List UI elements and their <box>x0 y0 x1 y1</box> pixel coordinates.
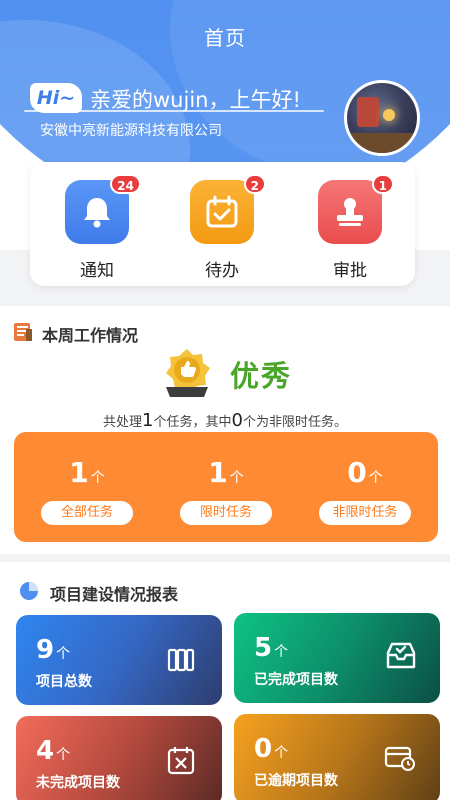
card-label: 已逾期项目数 <box>254 773 338 789</box>
stat-unit: 个 <box>90 470 105 486</box>
quick-actions-card: 24 通知 2 待办 1 审批 <box>30 162 415 286</box>
card-incomplete-projects[interactable]: 4个 未完成项目数 <box>16 716 222 800</box>
weekly-summary: 共处理1个任务，其中0个为非限时任务。 <box>0 410 450 431</box>
quick-action-approval[interactable]: 1 审批 <box>310 174 394 281</box>
summary-total: 1 <box>142 410 154 431</box>
quick-action-label: 审批 <box>333 261 367 281</box>
card-unit: 个 <box>56 646 71 662</box>
stat-label-pill: 全部任务 <box>41 501 133 525</box>
avatar-lamp <box>383 109 395 121</box>
card-number: 0 <box>254 734 273 764</box>
todo-icon-tile: 2 <box>190 174 266 244</box>
inbox-check-icon <box>386 642 416 669</box>
bell-icon <box>84 198 110 228</box>
card-overdue-projects[interactable]: 0个 已逾期项目数 <box>234 714 440 800</box>
notice-icon-tile: 24 <box>65 174 141 244</box>
card-number: 5 <box>254 633 273 663</box>
project-section-title: 项目建设情况报表 <box>50 585 179 604</box>
avatar-floor <box>347 133 417 153</box>
quick-action-label: 待办 <box>205 261 239 281</box>
summary-text: 个任务，其中 <box>153 415 232 430</box>
hi-badge: Hi~ <box>30 83 82 113</box>
card-clock-icon <box>384 746 415 771</box>
approval-icon-tile: 1 <box>318 174 394 244</box>
stat-unit: 个 <box>368 470 383 486</box>
card-value: 5个 <box>254 633 288 663</box>
report-book-icon <box>14 323 32 341</box>
summary-text: 共处理 <box>103 415 143 430</box>
card-label: 已完成项目数 <box>254 672 338 688</box>
performance-rating: 优秀 <box>230 359 293 393</box>
quick-action-notice[interactable]: 24 通知 <box>57 174 141 281</box>
approval-badge: 1 <box>371 174 394 194</box>
avatar-window <box>357 97 379 127</box>
stat-label-pill: 非限时任务 <box>319 501 411 525</box>
stat-value: 0 <box>347 456 367 489</box>
quick-action-todo[interactable]: 2 待办 <box>182 174 266 281</box>
stat-unit: 个 <box>229 470 244 486</box>
card-unit: 个 <box>274 745 289 761</box>
card-value: 4个 <box>36 736 70 766</box>
summary-text: 个为非限时任务。 <box>242 415 347 430</box>
pie-chart-icon <box>20 582 38 600</box>
stat-untimed-tasks[interactable]: 0个 非限时任务 <box>310 456 420 525</box>
card-number: 4 <box>36 736 55 766</box>
avatar[interactable] <box>344 80 420 156</box>
stat-label-pill: 限时任务 <box>180 501 272 525</box>
task-stats-panel: 1个 全部任务 1个 限时任务 0个 非限时任务 <box>14 432 438 542</box>
greeting-text: 亲爱的wujin，上午好! <box>90 88 301 112</box>
summary-unlimited-count: 0 <box>231 410 243 431</box>
card-total-projects[interactable]: 9个 项目总数 <box>16 615 222 705</box>
card-unit: 个 <box>56 747 71 763</box>
page-title: 首页 <box>204 26 246 50</box>
todo-badge: 2 <box>243 174 266 194</box>
books-icon <box>167 648 195 672</box>
stat-all-tasks[interactable]: 1个 全部任务 <box>32 456 142 525</box>
stamp-icon <box>337 198 363 226</box>
card-value: 9个 <box>36 635 70 665</box>
card-label: 未完成项目数 <box>36 775 120 791</box>
calendar-check-icon <box>206 195 238 228</box>
company-name: 安徽中亮新能源科技有限公司 <box>40 123 222 139</box>
stat-timed-tasks[interactable]: 1个 限时任务 <box>171 456 281 525</box>
quick-action-label: 通知 <box>80 261 114 281</box>
card-unit: 个 <box>274 644 289 660</box>
weekly-section-title: 本周工作情况 <box>42 326 139 345</box>
card-value: 0个 <box>254 734 288 764</box>
card-label: 项目总数 <box>36 674 92 690</box>
card-completed-projects[interactable]: 5个 已完成项目数 <box>234 613 440 703</box>
medal-icon <box>166 349 210 397</box>
stat-value: 1 <box>208 456 228 489</box>
calendar-x-icon <box>167 747 195 775</box>
stat-value: 1 <box>69 456 89 489</box>
card-number: 9 <box>36 635 55 665</box>
notice-badge: 24 <box>110 174 141 194</box>
